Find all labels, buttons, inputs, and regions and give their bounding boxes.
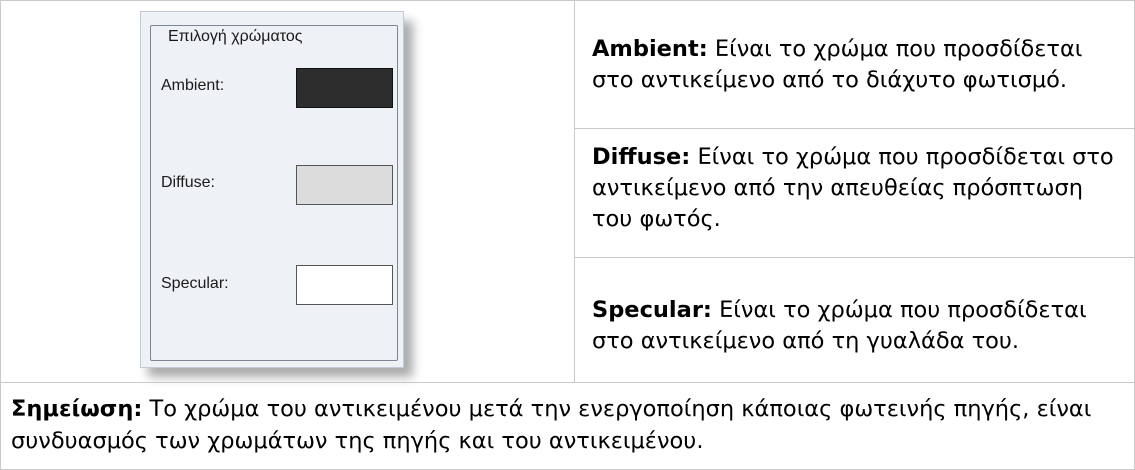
color-groupbox: Επιλογή χρώματος Ambient: Diffuse: Specu… [150, 25, 398, 361]
specular-label: Specular: [161, 275, 229, 292]
note-text: Το χρώμα του αντικειμένου μετά την ενεργ… [11, 396, 1092, 454]
ambient-description: Ambient: Είναι το χρώμα που προσδίδεται … [575, 1, 1134, 129]
diffuse-term: Diffuse: [592, 144, 691, 170]
specular-description: Specular: Είναι το χρώμα που προσδίδεται… [575, 259, 1134, 382]
note-cell: Σημείωση: Το χρώμα του αντικειμένου μετά… [1, 382, 1134, 469]
color-selection-panel: Επιλογή χρώματος Ambient: Diffuse: Specu… [140, 11, 404, 368]
ambient-color-swatch[interactable] [296, 68, 393, 108]
info-table: Επιλογή χρώματος Ambient: Diffuse: Specu… [0, 0, 1135, 470]
screenshot-cell: Επιλογή χρώματος Ambient: Diffuse: Specu… [1, 1, 575, 382]
note-term: Σημείωση: [11, 396, 143, 422]
diffuse-description: Diffuse: Είναι το χρώμα που προσδίδεται … [575, 130, 1134, 258]
specular-term: Specular: [592, 297, 712, 323]
diffuse-label: Diffuse: [161, 174, 215, 191]
specular-color-swatch[interactable] [296, 265, 393, 305]
diffuse-color-swatch[interactable] [296, 165, 393, 205]
ambient-label: Ambient: [161, 77, 225, 94]
groupbox-title: Επιλογή χρώματος [166, 28, 305, 46]
ambient-term: Ambient: [592, 36, 708, 62]
